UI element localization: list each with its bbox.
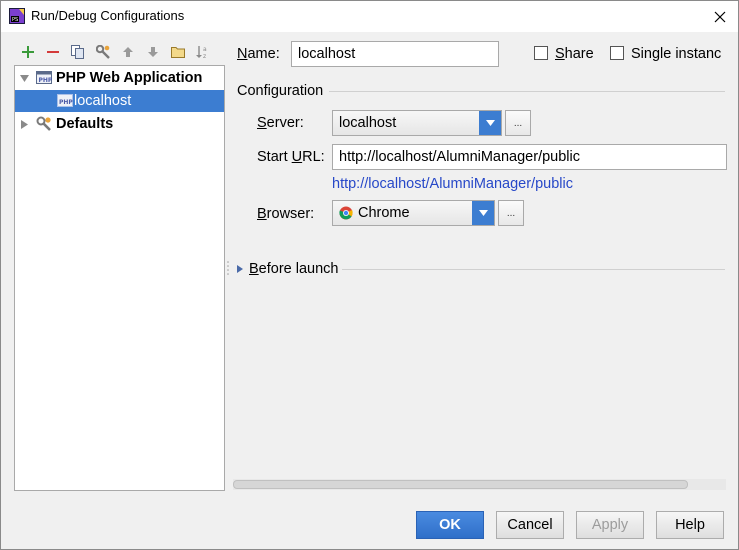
share-label: Share <box>555 46 594 62</box>
wrench-icon <box>95 45 110 59</box>
svg-text:PS: PS <box>12 17 18 23</box>
close-icon <box>714 11 726 23</box>
server-browse-button[interactable]: ... <box>505 110 531 136</box>
tree-item-defaults[interactable]: Defaults <box>15 113 224 135</box>
single-instance-checkbox[interactable] <box>610 46 624 60</box>
browser-label: Browser: <box>257 206 315 222</box>
cancel-button[interactable]: Cancel <box>496 511 564 539</box>
add-button[interactable] <box>15 42 40 62</box>
dropdown-arrow-icon[interactable] <box>472 201 494 225</box>
svg-text:PHP: PHP <box>39 77 53 84</box>
config-tree: PHP PHP Web Application PHP localhost De… <box>14 65 225 491</box>
close-button[interactable] <box>710 7 730 27</box>
configuration-section-title: Configuration <box>237 83 324 99</box>
window-title: Run/Debug Configurations <box>31 8 185 23</box>
share-checkbox[interactable] <box>534 46 548 60</box>
run-debug-dialog: PS Run/Debug Configurations a z PHP PHP … <box>0 0 739 550</box>
collapse-arrow-icon[interactable] <box>18 119 30 129</box>
edit-defaults-button[interactable] <box>90 42 115 62</box>
move-down-button[interactable] <box>140 42 165 62</box>
before-launch-label: Before launch <box>249 261 339 277</box>
create-folder-button[interactable] <box>165 42 190 62</box>
chrome-icon <box>339 206 353 220</box>
php-app-icon: PHP <box>36 71 53 84</box>
folder-icon <box>170 47 185 58</box>
expand-right-icon <box>237 265 243 273</box>
php-config-icon: PHP <box>57 94 73 107</box>
move-up-icon <box>122 47 133 57</box>
copy-button[interactable] <box>65 42 90 62</box>
single-instance-label: Single instanc <box>631 46 722 62</box>
browser-value: Chrome <box>358 205 410 221</box>
move-down-icon <box>147 47 158 57</box>
browser-combo[interactable]: Chrome <box>332 200 495 226</box>
resolved-url-link[interactable]: http://localhost/AlumniManager/public <box>332 176 573 192</box>
name-label: Name: <box>237 46 280 62</box>
expand-arrow-icon[interactable] <box>18 74 30 83</box>
svg-text:a: a <box>203 46 207 53</box>
tree-item-label: Defaults <box>56 116 114 132</box>
server-label: Server: <box>257 115 304 131</box>
phpstorm-icon: PS <box>9 8 25 24</box>
before-launch-toggle[interactable]: Before launch <box>237 261 338 277</box>
horizontal-scrollbar[interactable] <box>233 479 726 490</box>
copy-icon <box>71 45 84 59</box>
before-launch-divider <box>342 269 725 270</box>
name-input[interactable] <box>291 41 499 67</box>
config-toolbar: a z <box>15 42 215 62</box>
browser-browse-button[interactable]: ... <box>498 200 524 226</box>
server-value: localhost <box>339 115 397 131</box>
add-icon <box>21 46 34 58</box>
scrollbar-thumb[interactable] <box>233 480 688 489</box>
sort-button[interactable]: a z <box>190 42 215 62</box>
tree-item-localhost[interactable]: PHP localhost <box>15 90 224 112</box>
tree-item-label: PHP Web Application <box>56 70 203 86</box>
remove-button[interactable] <box>40 42 65 62</box>
title-bar: PS Run/Debug Configurations <box>1 1 738 32</box>
apply-button[interactable]: Apply <box>576 511 644 539</box>
ok-button[interactable]: OK <box>416 511 484 539</box>
dropdown-arrow-icon[interactable] <box>479 111 501 135</box>
help-button[interactable]: Help <box>656 511 724 539</box>
server-combo[interactable]: localhost <box>332 110 502 136</box>
svg-text:PHP: PHP <box>59 99 73 106</box>
svg-text:z: z <box>203 53 206 59</box>
sort-icon: a z <box>195 46 207 59</box>
start-url-label: Start URL: <box>257 149 325 165</box>
remove-icon <box>46 51 59 53</box>
move-up-button[interactable] <box>115 42 140 62</box>
start-url-input[interactable] <box>332 144 727 170</box>
tree-item-label: localhost <box>74 93 132 109</box>
splitter-grip-icon[interactable] <box>226 259 230 279</box>
defaults-wrench-icon <box>36 116 51 131</box>
tree-item-php-web-application[interactable]: PHP PHP Web Application <box>15 67 224 89</box>
section-divider <box>329 91 725 92</box>
